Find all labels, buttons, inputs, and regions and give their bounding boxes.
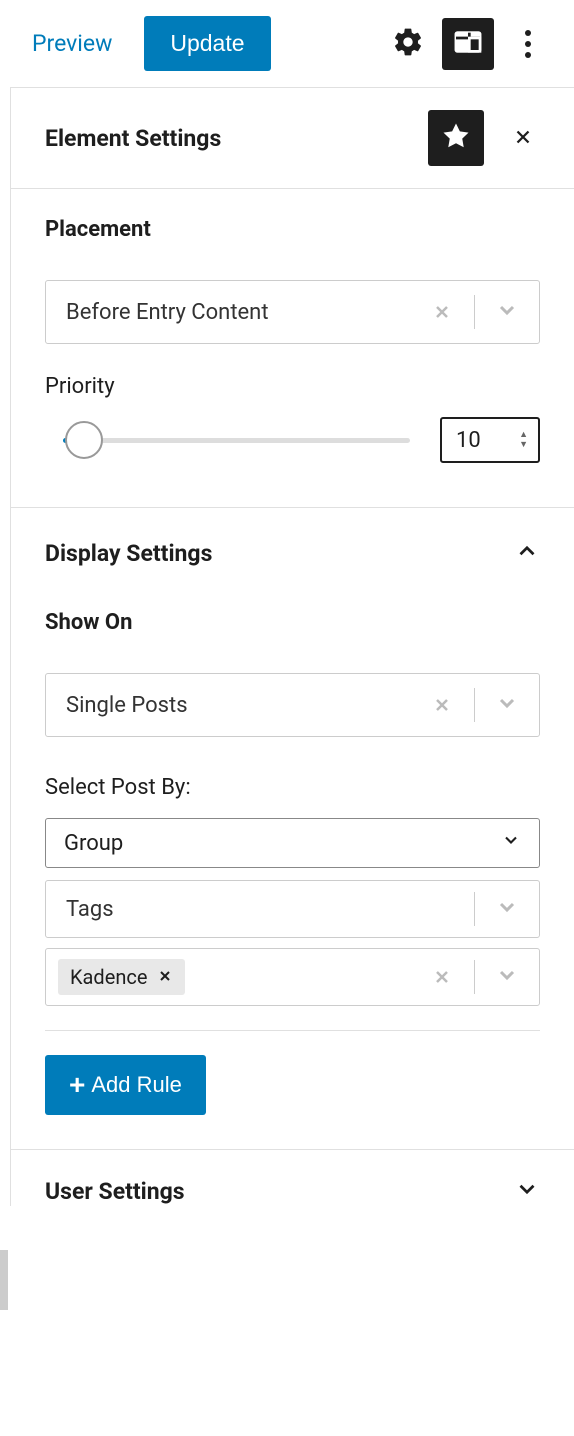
stepper-down-icon: ▼ xyxy=(519,441,528,450)
priority-number-input[interactable]: 10 ▲ ▼ xyxy=(440,417,540,463)
star-icon xyxy=(441,121,471,155)
divider xyxy=(474,688,475,722)
display-settings-body: Show On Single Posts Select Post By: Gro… xyxy=(11,598,574,1149)
chevron-down-icon xyxy=(495,691,519,715)
add-rule-label: Add Rule xyxy=(91,1072,182,1098)
close-icon xyxy=(512,126,534,148)
chevron-down-icon xyxy=(495,963,519,987)
kebab-icon xyxy=(525,30,531,58)
priority-value: 10 xyxy=(456,428,481,453)
tags-dropdown-toggle[interactable] xyxy=(483,895,531,923)
panel-header: Element Settings xyxy=(11,88,574,189)
user-settings-title: User Settings xyxy=(45,1178,185,1205)
chevron-down-icon xyxy=(514,1176,540,1202)
settings-button[interactable] xyxy=(382,18,434,70)
divider xyxy=(45,1030,540,1031)
priority-control: 10 ▲ ▼ xyxy=(45,417,540,463)
display-collapse-toggle xyxy=(514,538,540,568)
display-settings-header[interactable]: Display Settings xyxy=(11,507,574,598)
user-settings-header[interactable]: User Settings xyxy=(11,1149,574,1206)
placement-dropdown-toggle[interactable] xyxy=(483,298,531,326)
panel-icon xyxy=(452,26,484,62)
clear-icon xyxy=(432,967,452,987)
close-panel-button[interactable] xyxy=(504,114,542,163)
placement-select[interactable]: Before Entry Content xyxy=(45,280,540,344)
user-settings-toggle xyxy=(514,1176,540,1206)
gear-icon xyxy=(392,26,424,62)
clear-icon xyxy=(432,695,452,715)
preview-button[interactable]: Preview xyxy=(20,22,124,65)
star-button[interactable] xyxy=(428,110,484,166)
divider xyxy=(474,960,475,994)
chevron-up-icon xyxy=(514,538,540,564)
number-stepper[interactable]: ▲ ▼ xyxy=(519,431,528,450)
plus-icon: + xyxy=(69,1071,85,1099)
placement-value: Before Entry Content xyxy=(66,300,418,325)
group-select[interactable]: Group xyxy=(45,818,540,868)
group-value: Group xyxy=(64,831,123,856)
display-settings-title: Display Settings xyxy=(45,540,212,567)
close-icon xyxy=(157,968,173,984)
sidebar-panel-button[interactable] xyxy=(442,18,494,70)
tag-value-clear-button[interactable] xyxy=(418,961,466,994)
priority-label: Priority xyxy=(45,374,540,399)
show-on-dropdown-toggle[interactable] xyxy=(483,691,531,719)
chevron-down-icon xyxy=(495,298,519,322)
divider xyxy=(474,295,475,329)
panel-title: Element Settings xyxy=(45,125,428,152)
slider-thumb[interactable] xyxy=(65,421,103,459)
placement-clear-button[interactable] xyxy=(418,296,466,329)
divider xyxy=(474,892,475,926)
placement-label: Placement xyxy=(45,217,540,242)
tags-select[interactable]: Tags xyxy=(45,880,540,938)
tag-chip-label: Kadence xyxy=(70,965,147,989)
tag-value-dropdown-toggle[interactable] xyxy=(483,963,531,991)
tag-chip: Kadence xyxy=(58,959,185,995)
show-on-label: Show On xyxy=(45,610,540,635)
chevron-down-icon xyxy=(501,830,521,856)
more-options-button[interactable] xyxy=(502,18,554,70)
show-on-select[interactable]: Single Posts xyxy=(45,673,540,737)
show-on-clear-button[interactable] xyxy=(418,689,466,722)
select-post-by-label: Select Post By: xyxy=(45,775,540,800)
priority-slider[interactable] xyxy=(63,438,410,443)
settings-panel: Element Settings Placement Before Entry … xyxy=(10,87,574,1206)
clear-icon xyxy=(432,302,452,322)
stepper-up-icon: ▲ xyxy=(519,431,528,440)
tag-value-select[interactable]: Kadence xyxy=(45,948,540,1006)
left-edge-indicator xyxy=(0,1250,8,1310)
update-button[interactable]: Update xyxy=(144,16,270,71)
editor-toolbar: Preview Update xyxy=(0,0,574,87)
placement-section: Placement Before Entry Content Priority … xyxy=(11,189,574,507)
chevron-down-icon xyxy=(495,895,519,919)
show-on-value: Single Posts xyxy=(66,693,418,718)
tag-chip-remove[interactable] xyxy=(157,965,173,989)
add-rule-button[interactable]: + Add Rule xyxy=(45,1055,206,1115)
tags-value: Tags xyxy=(66,897,466,922)
